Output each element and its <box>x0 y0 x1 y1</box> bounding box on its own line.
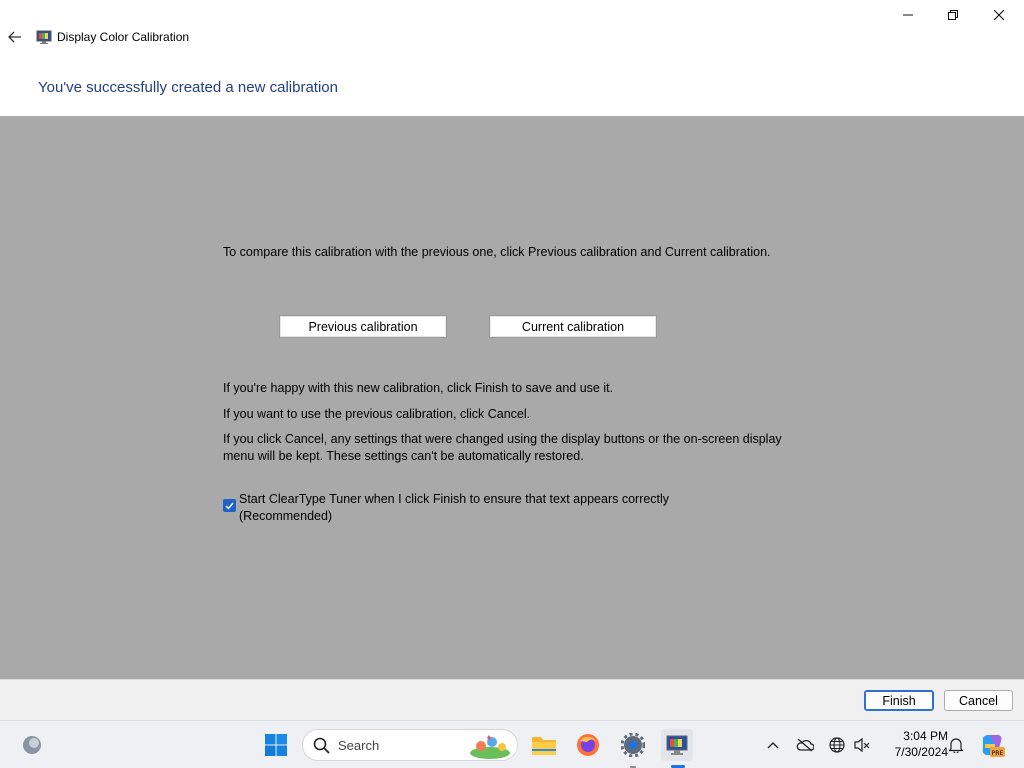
firefox-button[interactable] <box>572 729 604 761</box>
cancel-warning: If you click Cancel, any settings that w… <box>223 432 782 463</box>
svg-text:PRE: PRE <box>992 750 1004 757</box>
display-calibration-app-icon <box>36 29 52 45</box>
dialog-footer: Finish Cancel <box>0 679 1024 720</box>
main-content: To compare this calibration with the pre… <box>0 116 1024 679</box>
copilot-pre-icon: PRE <box>982 735 1005 757</box>
compare-instructions: To compare this calibration with the pre… <box>223 245 771 259</box>
taskbar: Search 3:04 PM 7/30/2024 PRE <box>0 720 1024 768</box>
finish-instructions: If you're happy with this new calibratio… <box>223 381 614 395</box>
settings-button[interactable] <box>617 729 649 761</box>
page-header: You've successfully created a new calibr… <box>0 58 1024 116</box>
close-button[interactable] <box>976 0 1022 30</box>
copilot-button[interactable]: PRE <box>976 729 1008 761</box>
file-explorer-button[interactable] <box>528 729 560 761</box>
cancel-instructions: If you want to use the previous calibrat… <box>223 407 531 421</box>
close-icon <box>994 10 1004 20</box>
cleartype-checkbox-label[interactable]: Start ClearType Tuner when I click Finis… <box>239 491 759 525</box>
chevron-up-icon <box>767 742 779 749</box>
onedrive-offline-icon <box>796 738 814 752</box>
settings-icon <box>621 733 645 757</box>
clock-date: 7/30/2024 <box>894 745 948 759</box>
taskbar-search[interactable]: Search <box>302 729 518 761</box>
clock[interactable]: 3:04 PM 7/30/2024 <box>878 728 948 760</box>
search-placeholder: Search <box>338 738 380 753</box>
current-calibration-button[interactable]: Current calibration <box>489 315 657 338</box>
search-icon <box>313 737 330 754</box>
restore-icon <box>948 10 958 20</box>
cleartype-checkbox[interactable] <box>223 499 236 512</box>
cancel-button[interactable]: Cancel <box>944 690 1013 711</box>
network-globe-icon <box>829 737 845 753</box>
window-title: Display Color Calibration <box>57 30 190 44</box>
display-calibration-icon <box>666 735 688 755</box>
restore-button[interactable] <box>930 0 976 30</box>
title-bar: Display Color Calibration <box>0 0 1024 58</box>
checkmark-icon <box>225 502 234 510</box>
minimize-button[interactable] <box>885 0 931 30</box>
clock-time: 3:04 PM <box>903 729 948 743</box>
minimize-icon <box>903 14 913 16</box>
volume-button[interactable] <box>846 729 878 761</box>
start-button[interactable] <box>260 729 292 761</box>
notification-bell-icon <box>949 738 963 753</box>
notifications-button[interactable] <box>940 729 972 761</box>
windows-start-icon <box>265 734 287 756</box>
file-explorer-icon <box>532 737 556 755</box>
finish-button[interactable]: Finish <box>864 690 934 711</box>
firefox-icon <box>577 734 599 756</box>
search-highlight-icon <box>470 735 510 759</box>
onedrive-button[interactable] <box>789 729 821 761</box>
back-arrow-icon <box>8 31 21 43</box>
widgets-button[interactable] <box>16 729 48 761</box>
previous-calibration-button[interactable]: Previous calibration <box>279 315 447 338</box>
widgets-weather-icon <box>23 736 41 754</box>
volume-muted-icon <box>854 737 870 753</box>
show-hidden-icons-button[interactable] <box>757 729 789 761</box>
display-calibration-taskbar-button[interactable] <box>661 729 693 761</box>
back-button[interactable] <box>4 26 26 48</box>
page-title: You've successfully created a new calibr… <box>38 79 338 96</box>
